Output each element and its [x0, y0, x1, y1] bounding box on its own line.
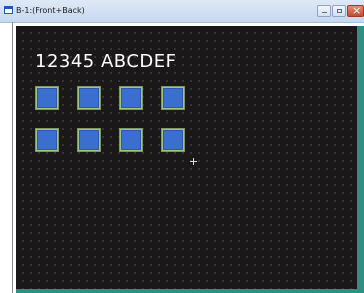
crosshair-cursor-icon — [190, 158, 197, 165]
lamp-switch[interactable] — [77, 128, 101, 152]
lamp-switch[interactable] — [35, 86, 59, 110]
window-title: B-1:(Front+Back) — [16, 6, 85, 15]
canvas-edge-right — [357, 26, 364, 293]
display-text[interactable]: 12345 ABCDEF — [35, 50, 176, 74]
close-button[interactable] — [347, 4, 364, 17]
lamp-switch[interactable] — [35, 128, 59, 152]
canvas-edge-bottom — [16, 289, 364, 293]
title-bar[interactable]: B-1:(Front+Back) — [0, 0, 364, 23]
window-frame-left — [12, 22, 13, 293]
lamp-switch[interactable] — [119, 128, 143, 152]
lamp-switch[interactable] — [77, 86, 101, 110]
editor-window: B-1:(Front+Back) 12345 ABCDEF — [0, 0, 364, 293]
lamp-switch[interactable] — [161, 128, 185, 152]
window-icon — [4, 6, 13, 14]
maximize-button[interactable] — [332, 5, 346, 17]
lamp-switch[interactable] — [161, 86, 185, 110]
lamp-switch[interactable] — [119, 86, 143, 110]
minimize-button[interactable] — [317, 5, 331, 17]
